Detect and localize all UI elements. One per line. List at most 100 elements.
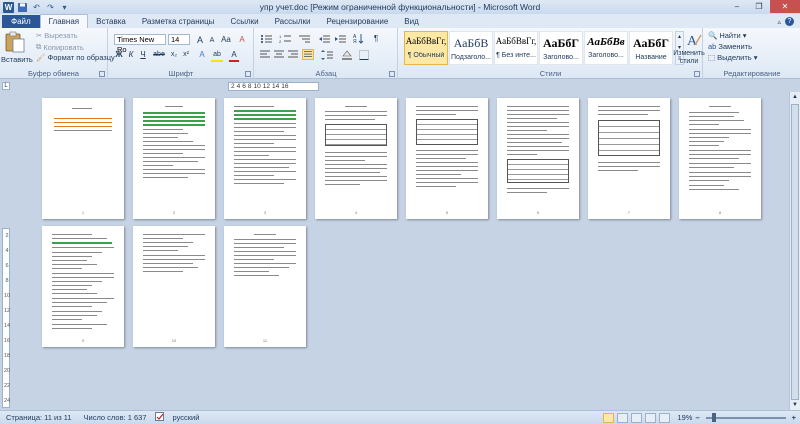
horizontal-ruler[interactable]: 2 4 6 8 10 12 14 16 [228,82,319,91]
tab-review[interactable]: Рецензирование [319,15,397,28]
shading-icon[interactable] [341,50,353,60]
align-left-icon[interactable] [260,50,271,60]
zoom-in-icon[interactable]: + [792,413,796,422]
clear-format-button[interactable]: A [237,35,247,45]
undo-icon[interactable]: ↶ [31,2,42,13]
change-styles-button[interactable]: A [685,31,703,51]
vertical-scrollbar[interactable]: ▲ ▼ [789,92,800,410]
copy-button[interactable]: ⧉ Копировать [36,42,84,52]
minimize-ribbon-icon[interactable]: ▵ [777,18,781,26]
grow-font-button[interactable]: A [195,35,205,45]
scroll-up-icon[interactable]: ▲ [790,92,800,102]
page-10[interactable]: 10 [133,226,215,347]
tab-file[interactable]: Файл [2,15,40,28]
tab-mailings[interactable]: Рассылки [267,15,319,28]
vruler-mark: 6 [5,263,9,269]
clipboard-launcher-icon[interactable] [99,71,105,77]
font-name-combo[interactable]: Times New Ro [114,34,166,54]
vertical-ruler[interactable]: 2 4 6 8 10 12 14 16 18 20 22 24 [2,228,10,408]
ruler-mark: 14 [271,83,280,90]
justify-icon[interactable] [302,49,314,60]
italic-button[interactable]: К [126,50,136,60]
page-7[interactable]: 7 [588,98,670,219]
find-button[interactable]: 🔍 Найти ▾ [708,31,747,40]
text-effects-button[interactable]: A [197,50,207,60]
page-4[interactable]: 4 [315,98,397,219]
word-logo-icon[interactable]: W [3,1,14,13]
font-launcher-icon[interactable] [245,71,251,77]
font-color-button[interactable]: A [229,50,239,62]
decrease-indent-icon[interactable] [319,34,331,44]
font-size-combo[interactable]: 14 [168,34,190,45]
ruler-toggle-icon[interactable]: L [2,82,10,90]
customize-qat-icon[interactable]: ▾ [59,2,70,13]
page-1[interactable]: 1 [42,98,124,219]
cut-button[interactable]: ✂ Вырезать [36,31,78,40]
full-screen-reading-view-button[interactable] [617,412,629,423]
minimize-button[interactable]: – [726,0,748,13]
page-5[interactable]: 5 [406,98,488,219]
borders-icon[interactable] [359,50,370,60]
style-subtitle[interactable]: АаБбВ Подзаголо... [449,31,493,65]
tab-insert[interactable]: Вставка [88,15,134,28]
superscript-button[interactable]: x² [181,50,191,60]
zoom-out-icon[interactable]: – [695,413,699,422]
subscript-button[interactable]: x₂ [169,50,179,60]
redo-icon[interactable]: ↷ [45,2,56,13]
highlight-button[interactable]: ab [211,50,223,62]
outline-view-button[interactable] [645,412,657,423]
underline-button[interactable]: Ч [138,50,148,60]
numbering-icon[interactable]: 12 [279,34,293,44]
zoom-slider[interactable] [705,412,786,422]
align-center-icon[interactable] [274,50,285,60]
proofing-icon[interactable] [153,412,167,423]
style-heading-2[interactable]: АаБбВв Заголово... [584,31,628,65]
draft-view-button[interactable] [659,412,671,423]
style-title[interactable]: АаБбГ Название [629,31,673,65]
show-formatting-marks-button[interactable]: ¶ [371,34,381,44]
styles-launcher-icon[interactable] [694,71,700,77]
bold-button[interactable]: Ж [114,50,124,60]
page-6[interactable]: 6 [497,98,579,219]
language[interactable]: русский [167,413,206,422]
style-heading-1[interactable]: АаБбГ Заголово... [539,31,583,65]
scroll-down-icon[interactable]: ▼ [790,400,800,410]
change-case-button[interactable]: Aa [219,35,233,45]
page-9[interactable]: 9 [42,226,124,347]
style-sample-normal: АаБбВвГг, [405,36,447,46]
zoom-level[interactable]: 19% [677,413,692,422]
help-icon[interactable]: ? [785,17,794,26]
line-spacing-icon[interactable] [321,50,333,60]
style-normal[interactable]: АаБбВвГг, ¶ Обычный [404,31,448,65]
page-count[interactable]: Страница: 11 из 11 [0,413,78,422]
tab-view[interactable]: Вид [396,15,426,28]
zoom-slider-thumb[interactable] [711,412,716,422]
document-area[interactable]: 1 2 3 4 5 6 7 8 9 10 11 [11,92,789,410]
paragraph-launcher-icon[interactable] [389,71,395,77]
replace-button[interactable]: ab Заменить [708,42,752,51]
format-painter-button[interactable]: 🖌 Формат по образцу [36,53,115,62]
word-count[interactable]: Число слов: 1 637 [78,413,153,422]
select-button[interactable]: ⬚ Выделить ▾ [708,53,757,62]
tab-home[interactable]: Главная [39,14,89,28]
tab-references[interactable]: Ссылки [222,15,266,28]
page-11[interactable]: 11 [224,226,306,347]
scrollbar-thumb[interactable] [791,104,799,400]
save-icon[interactable] [17,2,28,13]
print-layout-view-button[interactable] [603,412,615,423]
restore-button[interactable]: ❐ [748,0,770,13]
web-layout-view-button[interactable] [631,412,643,423]
tab-page-layout[interactable]: Разметка страницы [134,15,223,28]
increase-indent-icon[interactable] [335,34,347,44]
align-right-icon[interactable] [288,50,299,60]
page-2[interactable]: 2 [133,98,215,219]
page-3[interactable]: 3 [224,98,306,219]
bullets-icon[interactable] [260,34,274,44]
style-no-spacing[interactable]: АаБбВвГг, ¶ Без инте... [494,31,538,65]
shrink-font-button[interactable]: A [207,36,217,46]
strikethrough-button[interactable]: abe [152,50,166,60]
close-button[interactable]: ✕ [770,0,800,13]
multilevel-list-icon[interactable] [298,34,312,44]
sort-icon[interactable]: АЯ [353,33,364,44]
page-8[interactable]: 8 [679,98,761,219]
